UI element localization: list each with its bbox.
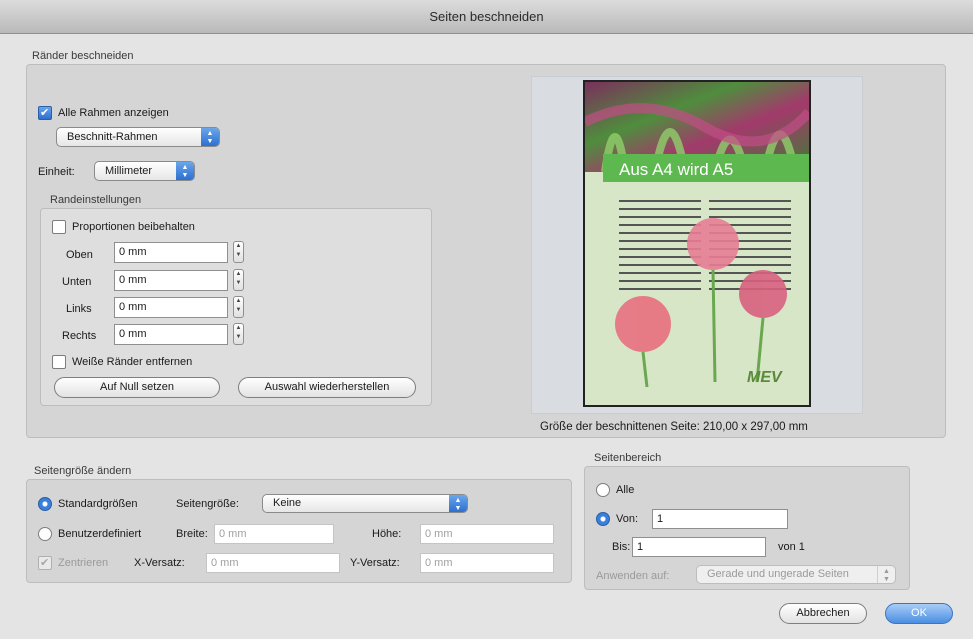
all-pages-radio[interactable] bbox=[596, 483, 610, 497]
remove-white-margins-checkbox[interactable] bbox=[52, 355, 66, 369]
x-offset-label: X-Versatz: bbox=[134, 557, 185, 569]
apply-to-popup[interactable]: Gerade und ungerade Seiten ▲ ▼ bbox=[696, 565, 896, 584]
popup-arrows-icon: ▲ ▼ bbox=[201, 128, 219, 146]
page-size-value: Keine bbox=[273, 497, 302, 509]
page-preview: Aus A4 wird A5 MEV bbox=[583, 80, 811, 407]
frame-type-popup[interactable]: Beschnitt-Rahmen ▲ ▼ bbox=[56, 127, 220, 147]
unit-popup[interactable]: Millimeter ▲ ▼ bbox=[94, 161, 195, 181]
center-checkbox[interactable] bbox=[38, 556, 52, 570]
show-all-frames-label: Alle Rahmen anzeigen bbox=[58, 107, 169, 119]
unit-label: Einheit: bbox=[38, 166, 75, 178]
page-count-label: von 1 bbox=[778, 541, 805, 553]
page-size-group-label: Seitengröße ändern bbox=[34, 465, 132, 477]
left-margin-stepper[interactable]: ▲ ▼ bbox=[233, 296, 244, 318]
from-page-label: Von: bbox=[616, 513, 639, 525]
from-page-radio[interactable] bbox=[596, 512, 610, 526]
custom-size-label: Benutzerdefiniert bbox=[58, 528, 142, 540]
to-page-label: Bis: bbox=[612, 541, 631, 553]
standard-sizes-radio[interactable] bbox=[38, 497, 52, 511]
all-pages-label: Alle bbox=[616, 484, 635, 496]
top-margin-field[interactable]: 0 mm bbox=[114, 242, 228, 263]
page-size-popup[interactable]: Keine ▲ ▼ bbox=[262, 494, 468, 513]
apply-to-label: Anwenden auf: bbox=[596, 570, 670, 582]
height-field[interactable]: 0 mm bbox=[420, 524, 554, 544]
mev-logo: MEV bbox=[747, 369, 783, 386]
popup-arrows-icon: ▲ ▼ bbox=[176, 162, 194, 180]
remove-white-margins-label: Weiße Ränder entfernen bbox=[72, 356, 193, 368]
from-page-field[interactable]: 1 bbox=[652, 509, 788, 529]
unit-value: Millimeter bbox=[105, 165, 153, 177]
center-label: Zentrieren bbox=[58, 557, 109, 569]
restore-selection-button[interactable]: Auswahl wiederherstellen bbox=[238, 377, 416, 398]
popup-arrows-icon: ▲ ▼ bbox=[877, 566, 895, 583]
cropped-size-caption: Größe der beschnittenen Seite: 210,00 x … bbox=[540, 421, 808, 433]
cancel-button[interactable]: Abbrechen bbox=[779, 603, 867, 624]
right-margin-stepper[interactable]: ▲ ▼ bbox=[233, 323, 244, 345]
preview-headline: Aus A4 wird A5 bbox=[619, 160, 733, 179]
right-margin-field[interactable]: 0 mm bbox=[114, 324, 228, 345]
bottom-margin-label: Unten bbox=[62, 276, 92, 288]
bottom-margin-stepper[interactable]: ▲ ▼ bbox=[233, 269, 244, 291]
page-size-label: Seitengröße: bbox=[176, 498, 239, 510]
top-margin-label: Oben bbox=[66, 249, 93, 261]
y-offset-field[interactable]: 0 mm bbox=[420, 553, 554, 573]
crop-group-label: Ränder beschneiden bbox=[32, 50, 134, 62]
custom-size-radio[interactable] bbox=[38, 527, 52, 541]
reset-to-zero-button[interactable]: Auf Null setzen bbox=[54, 377, 220, 398]
bottom-margin-field[interactable]: 0 mm bbox=[114, 270, 228, 291]
keep-proportions-label: Proportionen beibehalten bbox=[72, 221, 195, 233]
page-range-group-label: Seitenbereich bbox=[594, 452, 662, 464]
window-title: Seiten beschneiden bbox=[0, 0, 973, 34]
popup-arrows-icon: ▲ ▼ bbox=[449, 495, 467, 512]
right-margin-label: Rechts bbox=[62, 330, 97, 342]
x-offset-field[interactable]: 0 mm bbox=[206, 553, 340, 573]
width-field[interactable]: 0 mm bbox=[214, 524, 334, 544]
margins-group-label: Randeinstellungen bbox=[50, 194, 142, 206]
height-label: Höhe: bbox=[372, 528, 402, 540]
keep-proportions-checkbox[interactable] bbox=[52, 220, 66, 234]
to-page-field[interactable]: 1 bbox=[632, 537, 766, 557]
page-thumbnail-image: Aus A4 wird A5 MEV bbox=[585, 82, 809, 388]
show-all-frames-checkbox[interactable] bbox=[38, 106, 52, 120]
y-offset-label: Y-Versatz: bbox=[350, 557, 400, 569]
ok-button[interactable]: OK bbox=[885, 603, 953, 624]
left-margin-label: Links bbox=[66, 303, 92, 315]
top-margin-stepper[interactable]: ▲ ▼ bbox=[233, 241, 244, 263]
left-margin-field[interactable]: 0 mm bbox=[114, 297, 228, 318]
width-label: Breite: bbox=[176, 528, 208, 540]
apply-to-value: Gerade und ungerade Seiten bbox=[707, 568, 849, 580]
standard-sizes-label: Standardgrößen bbox=[58, 498, 138, 510]
frame-type-value: Beschnitt-Rahmen bbox=[67, 131, 158, 143]
